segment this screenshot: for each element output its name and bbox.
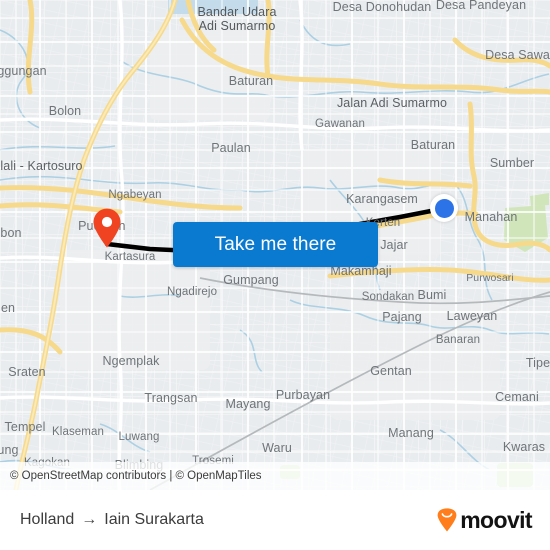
moovit-logo[interactable]: moovit [436, 506, 533, 534]
route-summary: Holland → Iain Surakarta [20, 511, 204, 529]
take-me-there-button[interactable]: Take me there [173, 222, 378, 267]
map-attribution: © OpenStreetMap contributors | © OpenMap… [0, 462, 550, 490]
destination-dot-inner [434, 198, 454, 218]
moovit-wordmark: moovit [460, 506, 532, 533]
attribution-text[interactable]: © OpenStreetMap contributors | © OpenMap… [10, 470, 262, 482]
destination-dot-icon[interactable] [430, 194, 458, 222]
map-view[interactable]: Bandar Udara Adi Sumarmo Desa Donohudan Des… [0, 0, 550, 490]
destination-name: Iain Surakarta [104, 511, 204, 528]
moovit-pin-icon [437, 508, 457, 532]
origin-name: Holland [20, 511, 75, 528]
footer-bar: Holland → Iain Surakarta moovit [0, 490, 550, 550]
moovit-route-card: Bandar Udara Adi Sumarmo Desa Donohudan Des… [0, 0, 550, 550]
arrow-right-icon: → [81, 511, 98, 528]
origin-pin-icon[interactable] [92, 208, 122, 248]
